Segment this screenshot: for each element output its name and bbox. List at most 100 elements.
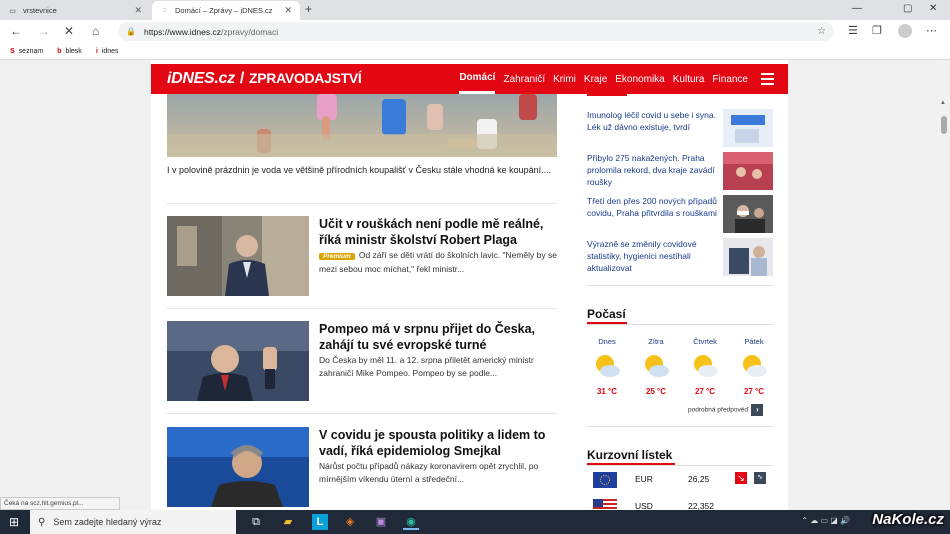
collections-icon[interactable]: ❐ [872,24,882,37]
star-icon[interactable]: ☆ [817,26,826,37]
article-item[interactable]: V covidu je spousta politiky a lidem to … [167,427,557,507]
tab-bar: ▭ vrstevnice ✕ ◌ Domácí – Zprávy – iDNES… [0,0,950,20]
bookmark-idnes[interactable]: i idnes [96,48,119,55]
menu-item-kraje[interactable]: Kraje [584,64,607,94]
address-bar[interactable]: 🔒 https://www.idnes.cz/zpravy/domaci ☆ [118,22,834,41]
article-image[interactable] [167,216,309,296]
chart-icon[interactable]: ∿ [754,472,766,484]
side-news-title[interactable]: Třetí den přes 200 nových případů covidu… [587,195,717,219]
side-news-thumb[interactable] [723,109,773,147]
scroll-up-icon[interactable]: ▲ [940,100,946,106]
page-scrollbar[interactable]: ▲ [938,60,950,510]
home-icon[interactable]: ⌂ [92,24,99,38]
bookmark-blesk[interactable]: b blesk [57,48,82,55]
article-title[interactable]: V covidu je spousta politiky a lidem to … [319,427,559,459]
windows-start-icon[interactable]: ⊞ [9,515,19,529]
favorites-icon[interactable]: ☰ [848,24,858,37]
status-text: Čeká na scz.hit.gemius.pl... [0,497,120,510]
save-app-icon[interactable]: ▣ [373,514,389,530]
maximize-icon[interactable]: ▢ [903,3,912,14]
article-item[interactable]: Pompeo má v srpnu přijet do Česka, zaháj… [167,321,557,401]
divider [167,413,557,414]
side-news-thumb[interactable] [723,238,773,276]
logo-text: iDNES.cz [167,70,235,87]
menu-item-zahranici[interactable]: Zahraničí [503,64,545,94]
weather-day: Dnes [598,337,616,346]
currency-value: 26,25 [688,474,710,484]
article-title[interactable]: Pompeo má v srpnu přijet do Česka, zaháj… [319,321,559,353]
site-logo[interactable]: iDNES.cz / ZPRAVODAJSTVÍ [167,70,362,88]
side-news-item[interactable]: Výrazně se změnily covidové statistiky, … [587,238,773,278]
bookmark-label: seznam [18,47,44,55]
taskbar: ⊞ ⚲ Sem zadejte hledaný výraz ⧉ ▰ L ◈ ▣ … [0,510,950,534]
currency-code: USD [635,501,653,510]
url-path: /zpravy/domaci [220,26,279,37]
tab-vrstevnice[interactable]: ▭ vrstevnice ✕ [0,1,150,20]
task-view-icon[interactable]: ⧉ [248,514,264,530]
menu-item-kultura[interactable]: Kultura [673,64,705,94]
new-tab-icon[interactable]: + [305,2,312,16]
hamburger-icon[interactable] [761,73,774,88]
currency-row[interactable]: USD 22,352 [587,497,773,510]
article-title[interactable]: Učit v rouškách není podle mě reálné, ří… [319,216,559,248]
minimize-icon[interactable]: — [852,3,862,14]
chevron-right-icon: › [751,404,764,416]
more-menu-icon[interactable]: ⋯ [926,24,937,37]
article-image[interactable] [167,321,309,401]
premium-badge: Premium [319,253,355,260]
side-news-title[interactable]: Přibylo 275 nakažených. Praha prolomila … [587,152,717,188]
section-underline [587,94,627,96]
forward-icon[interactable]: → [38,24,50,38]
site-header: iDNES.cz / ZPRAVODAJSTVÍ Domácí Zahraničí … [151,64,788,94]
weather-more-link[interactable]: podrobná předpověď › [688,404,764,416]
avatar[interactable] [898,24,912,38]
close-window-icon[interactable]: ✕ [929,3,937,14]
bookmark-label: idnes [101,47,119,55]
search-placeholder: Sem zadejte hledaný výraz [53,517,162,527]
blesk-icon: b [57,47,62,55]
stop-icon[interactable]: ✕ [64,24,74,38]
menu-item-domaci[interactable]: Domácí [459,64,496,94]
article-perex: Do Česka by měl 11. a 12. srpna přiletět… [319,355,534,378]
scrollbar-thumb[interactable] [941,116,947,134]
article-item[interactable]: Učit v rouškách není podle mě reálné, ří… [167,216,557,296]
side-news-item[interactable]: Přibylo 275 nakažených. Praha prolomila … [587,152,773,192]
weather-more-text: podrobná předpověď [688,406,749,414]
currency-row[interactable]: EUR 26,25 ↘ ∿ [587,470,773,490]
loading-icon: ◌ [162,7,167,14]
side-news-title[interactable]: Imunolog léčil covid u sebe i syna. Lék … [587,109,717,133]
weather-temp: 27 °C [694,387,716,396]
back-icon[interactable]: ← [10,24,22,38]
bookmark-seznam[interactable]: Sseznam [10,48,43,55]
close-tab-icon[interactable]: ✕ [284,5,292,16]
side-news-item[interactable]: Imunolog léčil covid u sebe i syna. Lék … [587,109,773,149]
idnes-icon: i [95,47,98,55]
us-flag-icon [593,499,617,510]
app-icon[interactable]: ◈ [342,514,358,530]
edge-icon[interactable]: ◉ [403,514,419,530]
menu-item-ekonomika[interactable]: Ekonomika [615,64,664,94]
article-image[interactable] [167,427,309,507]
sun-cloud-icon [645,355,669,377]
menu-item-krimi[interactable]: Krimi [553,64,576,94]
tab-idnes[interactable]: ◌ Domácí – Zprávy – iDNES.cz ✕ [152,1,300,20]
side-news-title[interactable]: Výrazně se změnily covidové statistiky, … [587,238,717,274]
divider [167,308,557,309]
page-icon: ▭ [9,7,16,15]
hero-image[interactable] [167,94,557,157]
side-news-thumb[interactable] [723,152,773,190]
trend-down-icon: ↘ [735,472,747,484]
web-page: iDNES.cz / ZPRAVODAJSTVÍ Domácí Zahraničí … [0,60,938,510]
taskbar-search[interactable]: ⚲ Sem zadejte hledaný výraz [30,510,236,534]
file-explorer-icon[interactable]: ▰ [280,514,296,530]
hero-caption[interactable]: I v polovině prázdnin je voda ve většině… [167,163,557,177]
menu-item-finance[interactable]: Finance [712,64,748,94]
app-l-icon[interactable]: L [312,514,328,530]
system-tray-icons[interactable]: ⌃ ☁ ▭ ◪ 🔊 [801,516,850,525]
side-news-item[interactable]: Třetí den přes 200 nových případů covidu… [587,195,773,235]
side-news-thumb[interactable] [723,195,773,233]
currency-value: 22,352 [688,501,714,510]
close-tab-icon[interactable]: ✕ [134,5,142,16]
bookmarks-bar: Sseznam b blesk i idnes [0,43,950,60]
article-perex: Premium Od září se děti vrátí do školních… [319,249,559,276]
